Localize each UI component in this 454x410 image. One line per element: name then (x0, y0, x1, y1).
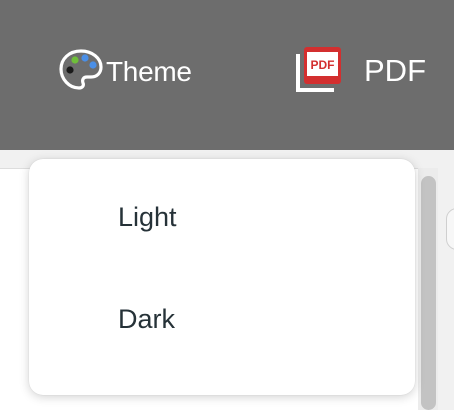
pdf-label: PDF (364, 53, 426, 88)
palette-icon (58, 47, 104, 98)
menu-item-label: Dark (118, 303, 176, 334)
menu-item-light[interactable]: Light (29, 167, 415, 267)
menu-item-label: Light (118, 201, 177, 232)
scrollbar-thumb[interactable] (421, 176, 436, 410)
pdf-button[interactable]: PDF PDF (294, 46, 426, 96)
theme-label: Theme (106, 56, 192, 87)
theme-dropdown-menu: Light Dark (29, 159, 415, 395)
top-toolbar: Theme PDF PDF (0, 0, 454, 150)
pdf-icon: PDF (294, 44, 344, 99)
theme-button[interactable]: Theme (58, 47, 192, 98)
app-page: Theme PDF PDF Light Dark (0, 0, 454, 410)
svg-text:PDF: PDF (311, 58, 335, 72)
menu-item-dark[interactable]: Dark (29, 269, 415, 369)
side-control[interactable] (446, 208, 454, 250)
